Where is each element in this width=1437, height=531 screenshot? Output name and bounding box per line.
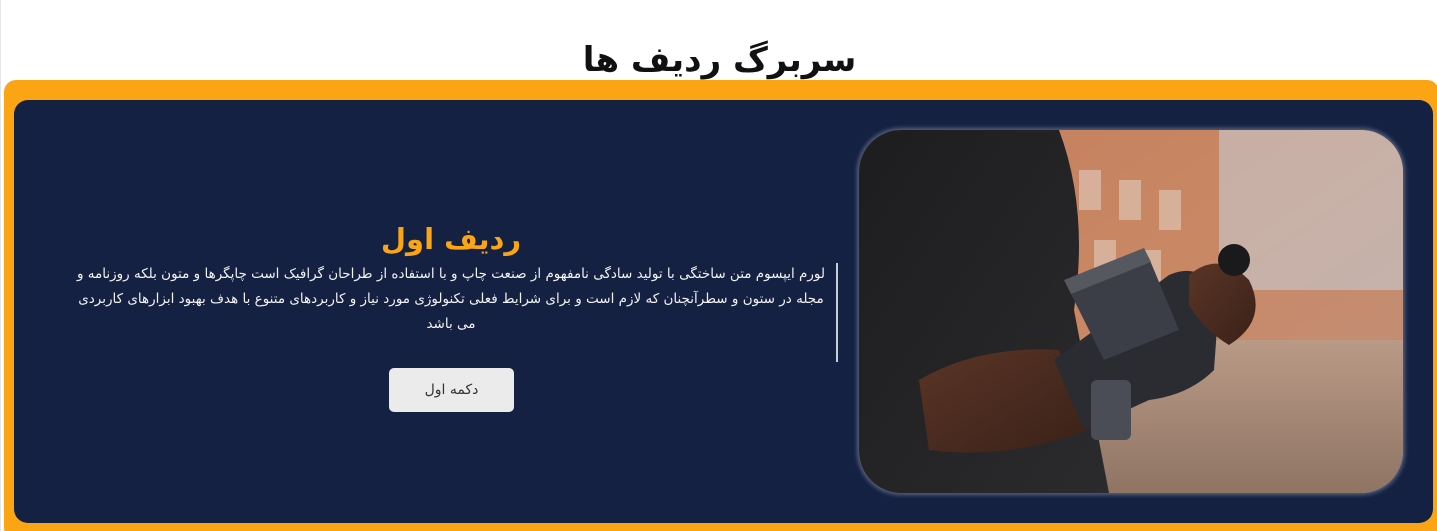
row-text-block: ردیف اول لورم ایپسوم متن ساختگی با تولید…: [69, 220, 833, 337]
page-title: سربرگ ردیف ها: [582, 39, 857, 80]
row-description: لورم ایپسوم متن ساختگی با تولید سادگی نا…: [76, 266, 826, 332]
first-button[interactable]: دکمه اول: [389, 368, 514, 412]
row-image: [859, 130, 1403, 493]
row-title: ردیف اول: [380, 222, 522, 256]
vertical-divider: [836, 263, 838, 362]
page: سربرگ ردیف ها ردیف اول لورم ایپسوم متن س…: [0, 0, 1437, 531]
